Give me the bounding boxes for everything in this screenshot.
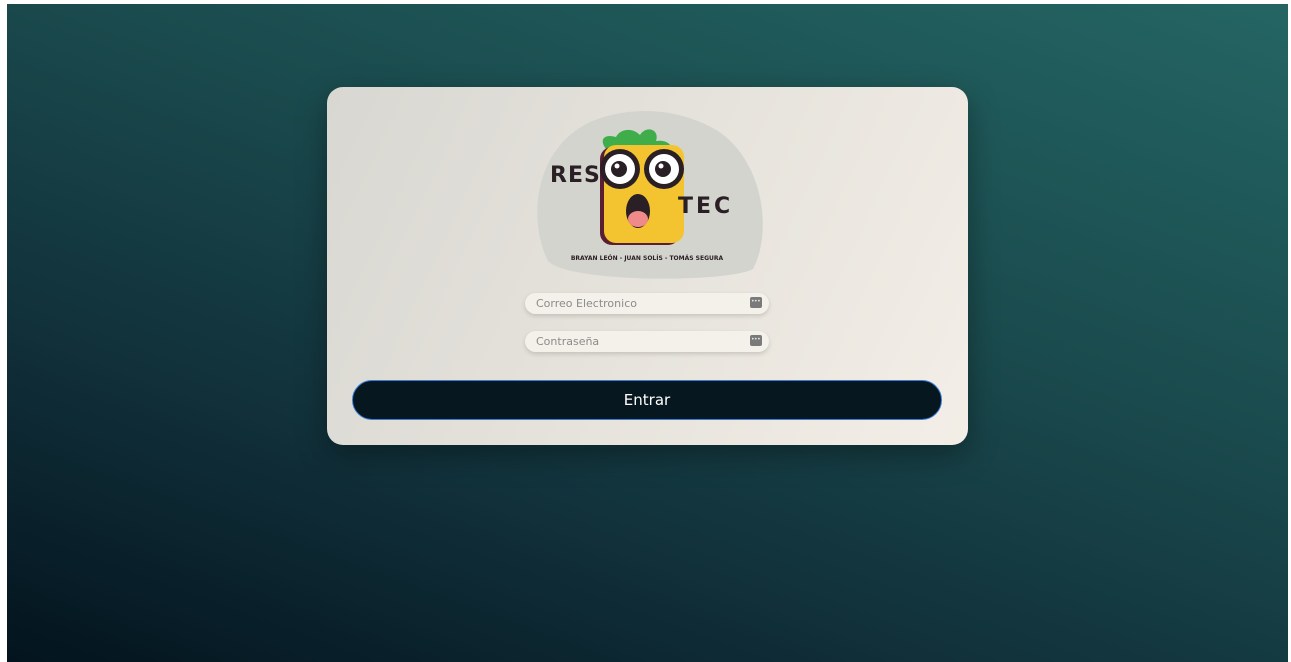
password-manager-key-icon[interactable]: [750, 296, 762, 308]
logo-word-res: RES: [550, 163, 601, 188]
password-field: [525, 331, 769, 352]
page-background: RES TEC BRAYAN LEÓN - JUAN SOLÍS - TOMÁS…: [7, 4, 1288, 662]
password-input[interactable]: [536, 331, 746, 352]
logo-authors: BRAYAN LEÓN - JUAN SOLÍS - TOMÁS SEGURA: [570, 255, 724, 262]
password-manager-key-icon[interactable]: [750, 334, 762, 346]
login-card: RES TEC BRAYAN LEÓN - JUAN SOLÍS - TOMÁS…: [327, 87, 968, 445]
logo-word-tec: TEC: [678, 194, 734, 219]
email-field: [525, 293, 769, 314]
email-input[interactable]: [536, 293, 746, 314]
login-button[interactable]: Entrar: [352, 380, 942, 420]
restec-logo: RES TEC BRAYAN LEÓN - JUAN SOLÍS - TOMÁS…: [528, 111, 766, 283]
